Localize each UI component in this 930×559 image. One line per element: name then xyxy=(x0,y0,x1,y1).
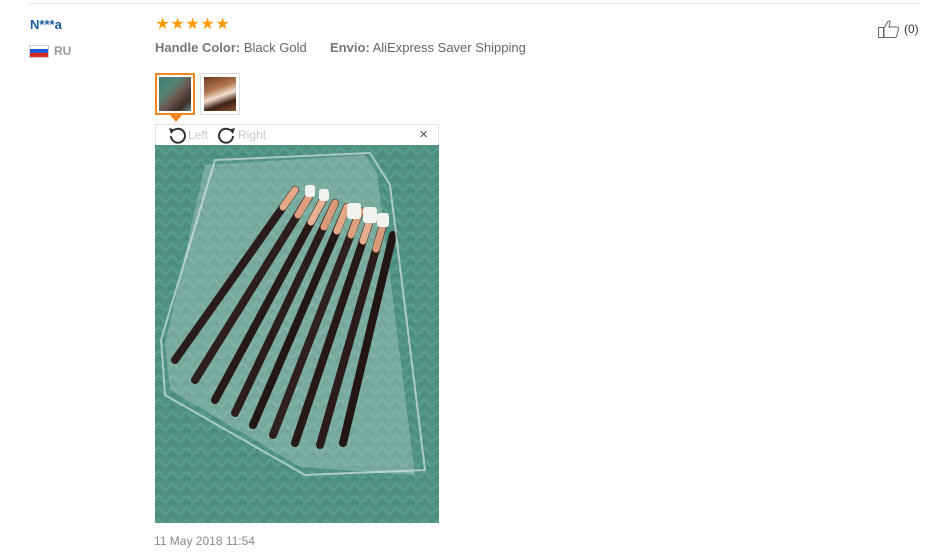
close-icon[interactable]: × xyxy=(419,127,428,143)
selected-thumbnail-pointer xyxy=(170,115,182,122)
review-attributes: Handle Color: Black Gold Envio: AliExpre… xyxy=(155,40,526,55)
reviewer-country: RU xyxy=(29,44,71,58)
attr-value-handle-color: Black Gold xyxy=(243,40,307,55)
review-photo-large xyxy=(155,145,439,523)
star-icon: ★ xyxy=(185,16,200,33)
russia-flag-icon xyxy=(29,44,49,58)
rotate-right-icon xyxy=(218,127,236,144)
photo-viewer-toolbar: Left Right × xyxy=(155,124,439,145)
helpful-count: (0) xyxy=(904,22,919,36)
rotate-right-label: Right xyxy=(238,128,267,142)
star-rating: ★ ★ ★ ★ ★ xyxy=(155,17,230,33)
helpful-button[interactable]: (0) xyxy=(877,19,919,39)
star-icon: ★ xyxy=(200,16,215,33)
rotate-left-icon xyxy=(169,127,186,144)
review-photo-thumbnails xyxy=(155,73,240,115)
attr-value-shipping: AliExpress Saver Shipping xyxy=(372,40,526,55)
rotate-left-label: Left xyxy=(188,128,209,142)
thumbs-up-icon[interactable] xyxy=(877,19,901,39)
country-code: RU xyxy=(54,44,72,58)
star-icon: ★ xyxy=(155,16,170,33)
attr-label-shipping: Envio: xyxy=(329,40,370,55)
reviewer-name[interactable]: N***a xyxy=(30,17,62,32)
rotate-right-button[interactable]: Right xyxy=(216,125,266,145)
rotate-left-button[interactable]: Left xyxy=(166,125,208,145)
review-photo-thumbnail[interactable] xyxy=(155,73,195,115)
review-photo-thumbnail[interactable] xyxy=(200,73,240,115)
review-date: 11 May 2018 11:54 xyxy=(154,534,255,548)
review-divider xyxy=(28,3,920,4)
attr-label-handle-color: Handle Color: xyxy=(155,40,241,55)
star-icon: ★ xyxy=(170,16,185,33)
star-icon: ★ xyxy=(215,16,230,33)
